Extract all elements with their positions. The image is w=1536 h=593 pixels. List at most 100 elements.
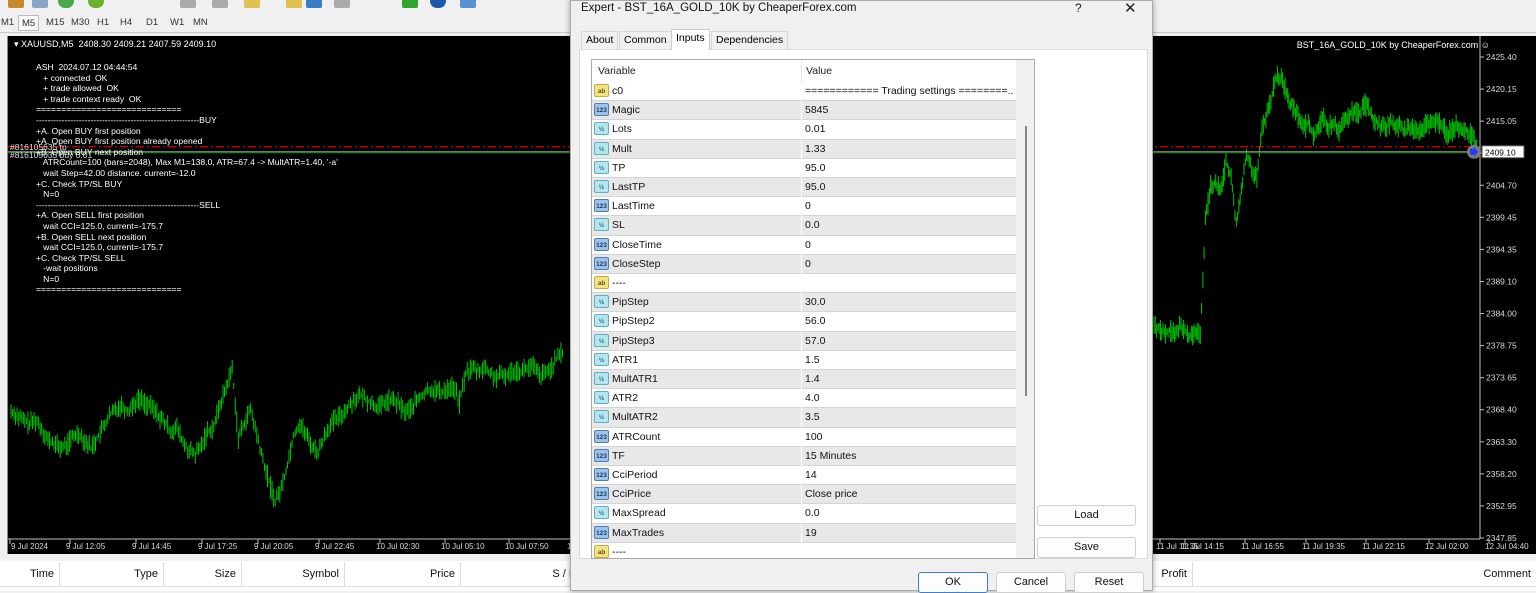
toolbar-refresh-icon[interactable] <box>58 0 74 8</box>
input-row[interactable]: ½ MaxSpread 0.0 <box>592 504 1016 524</box>
tab-inputs[interactable]: Inputs <box>671 29 710 50</box>
toolbar-window-icon[interactable] <box>306 0 322 8</box>
col-type[interactable]: Type <box>60 562 164 586</box>
input-value[interactable]: 0 <box>805 239 1013 251</box>
timeframe-m1[interactable]: M1 <box>0 15 17 31</box>
toolbar-add-icon[interactable] <box>402 0 418 8</box>
input-value[interactable]: 100 <box>805 431 1013 443</box>
tab-common[interactable]: Common <box>619 31 672 49</box>
help-button[interactable]: ? <box>1075 1 1082 15</box>
input-row[interactable]: ½ MultATR1 1.4 <box>592 370 1016 390</box>
input-row[interactable]: ab ---- <box>592 542 1016 558</box>
toolbar-info-icon[interactable] <box>430 0 446 8</box>
input-row[interactable]: 123 MaxTrades 19 <box>592 523 1016 543</box>
timeframe-m5[interactable]: M5 <box>18 15 40 31</box>
input-row[interactable]: ab c0 ============ Trading settings ======… <box>592 82 1016 102</box>
tab-about[interactable]: About <box>581 31 619 49</box>
timeframe-mn[interactable]: MN <box>190 15 211 31</box>
toolbar-pencil-icon[interactable] <box>244 0 260 8</box>
col-time[interactable]: Time <box>0 562 60 586</box>
input-value[interactable]: 0 <box>805 258 1013 270</box>
grid-scrollbar-thumb[interactable] <box>1025 126 1027 396</box>
load-button[interactable]: Load <box>1037 505 1136 526</box>
header-value[interactable]: Value <box>806 65 832 77</box>
input-value[interactable]: Close price <box>805 488 1013 500</box>
timeframe-m15[interactable]: M15 <box>43 15 67 31</box>
input-row[interactable]: ½ ATR1 1.5 <box>592 350 1016 370</box>
input-row[interactable]: 123 CloseStep 0 <box>592 254 1016 274</box>
input-row[interactable]: ½ TP 95.0 <box>592 158 1016 178</box>
input-row[interactable]: 123 LastTime 0 <box>592 197 1016 217</box>
input-value[interactable]: 95.0 <box>805 181 1013 193</box>
input-row[interactable]: ½ SL 0.0 <box>592 216 1016 236</box>
tab-dependencies[interactable]: Dependencies <box>711 31 789 49</box>
input-value[interactable]: 56.0 <box>805 315 1013 327</box>
timeframe-m30[interactable]: M30 <box>68 15 92 31</box>
input-row[interactable]: ½ PipStep2 56.0 <box>592 312 1016 332</box>
input-row[interactable]: ½ LastTP 95.0 <box>592 178 1016 198</box>
input-value[interactable]: 1.33 <box>805 143 1013 155</box>
timeframe-h4[interactable]: H4 <box>117 15 135 31</box>
input-value[interactable]: 14 <box>805 469 1013 481</box>
col-size[interactable]: Size <box>164 562 242 586</box>
timeframe-d1[interactable]: D1 <box>143 15 161 31</box>
col-symbol[interactable]: Symbol <box>242 562 345 586</box>
input-row[interactable]: 123 CciPrice Close price <box>592 485 1016 505</box>
col-sl[interactable]: S / L <box>461 562 581 586</box>
cancel-button[interactable]: Cancel <box>996 572 1066 593</box>
input-value[interactable]: 30.0 <box>805 296 1013 308</box>
col-price[interactable]: Price <box>345 562 461 586</box>
input-variable-name: MultATR1 <box>612 373 658 385</box>
column-separator <box>801 139 802 159</box>
timeframe-h1[interactable]: H1 <box>94 15 112 31</box>
input-value[interactable]: 3.5 <box>805 411 1013 423</box>
input-value[interactable]: ============ Trading settings ========..… <box>805 85 1013 97</box>
x-tick-label: 9 Jul 12:05 <box>66 542 106 551</box>
col-profit[interactable]: Profit <box>1153 562 1193 586</box>
input-row[interactable]: 123 ATRCount 100 <box>592 427 1016 447</box>
input-row[interactable]: 123 CloseTime 0 <box>592 235 1016 255</box>
ok-button[interactable]: OK <box>918 572 988 593</box>
column-separator <box>801 466 802 485</box>
input-row[interactable]: ab ---- <box>592 274 1016 294</box>
double-type-icon: ½ <box>594 506 609 520</box>
input-row[interactable]: 123 TF 15 Minutes <box>592 446 1016 466</box>
input-value[interactable]: 0.0 <box>805 507 1013 519</box>
close-icon[interactable]: ✕ <box>1124 0 1137 17</box>
input-row[interactable]: ½ Mult 1.33 <box>592 139 1016 159</box>
input-row[interactable]: ½ ATR2 4.0 <box>592 389 1016 409</box>
input-value[interactable]: 0 <box>805 200 1013 212</box>
input-row[interactable]: ½ PipStep3 57.0 <box>592 331 1016 351</box>
input-row[interactable]: ½ Lots 0.01 <box>592 120 1016 140</box>
toolbar-line-icon[interactable] <box>286 0 302 8</box>
reset-button[interactable]: Reset <box>1074 572 1144 593</box>
input-value[interactable]: 1.5 <box>805 354 1013 366</box>
input-value[interactable]: 5845 <box>805 104 1013 116</box>
toolbar-chart-icon[interactable] <box>180 0 196 8</box>
input-row[interactable]: 123 CciPeriod 14 <box>592 466 1016 486</box>
x-tick-label: 9 Jul 14:45 <box>132 542 172 551</box>
toolbar-chart2-icon[interactable] <box>212 0 228 8</box>
toolbar-profiles-icon[interactable] <box>32 0 48 8</box>
y-tick-label: 2415.05 <box>1486 116 1517 126</box>
input-value[interactable]: 4.0 <box>805 392 1013 404</box>
grid-scrollbar[interactable] <box>1016 60 1034 558</box>
save-button[interactable]: Save <box>1037 537 1136 558</box>
input-row[interactable]: ½ MultATR2 3.5 <box>592 408 1016 428</box>
toolbar-autotrading-icon[interactable] <box>88 0 104 8</box>
input-value[interactable]: 95.0 <box>805 162 1013 174</box>
header-variable[interactable]: Variable <box>598 65 636 77</box>
input-value[interactable]: 0.0 <box>805 219 1013 231</box>
toolbar-zoom-in-icon[interactable] <box>334 0 350 8</box>
input-value[interactable]: 57.0 <box>805 335 1013 347</box>
input-value[interactable]: 19 <box>805 527 1013 539</box>
input-value[interactable]: 0.01 <box>805 123 1013 135</box>
input-row[interactable]: ½ PipStep 30.0 <box>592 293 1016 313</box>
input-value[interactable]: 15 Minutes <box>805 450 1013 462</box>
input-value[interactable]: 1.4 <box>805 373 1013 385</box>
timeframe-w1[interactable]: W1 <box>167 15 187 31</box>
col-comment[interactable]: Comment <box>1193 562 1536 586</box>
toolbar-screenshot-icon[interactable] <box>460 0 476 8</box>
toolbar-open-icon[interactable] <box>8 0 24 8</box>
input-row[interactable]: 123 Magic 5845 <box>592 101 1016 121</box>
